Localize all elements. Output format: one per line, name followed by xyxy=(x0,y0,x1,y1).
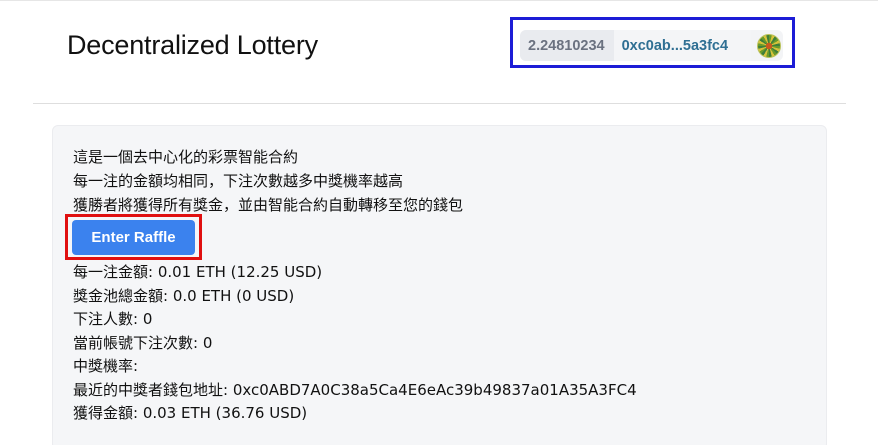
stat-account-entries: 當前帳號下注次數: 0 xyxy=(73,334,213,352)
intro-line: 每一注的金額均相同，下注次數越多中獎機率越高 xyxy=(73,172,404,190)
stat-player-count: 下注人數: 0 xyxy=(73,310,153,328)
header: Decentralized Lottery 2.24810234 0xc0ab.… xyxy=(0,0,878,104)
wallet-balance: 2.24810234 xyxy=(520,30,614,61)
wallet-connect-button[interactable]: 2.24810234 0xc0ab...5a3fc4 xyxy=(520,30,783,61)
app-title: Decentralized Lottery xyxy=(67,30,318,60)
identicon-avatar-icon xyxy=(757,33,781,58)
wallet-address: 0xc0ab...5a3fc4 xyxy=(613,30,751,61)
stat-win-chance: 中獎機率: xyxy=(73,357,139,375)
header-divider xyxy=(33,103,846,104)
stat-entry-amount: 每一注金額: 0.01 ETH (12.25 USD) xyxy=(73,263,323,281)
wallet-highlight-box: 2.24810234 0xc0ab...5a3fc4 xyxy=(510,17,795,68)
enter-raffle-button[interactable]: Enter Raffle xyxy=(72,220,195,255)
lottery-card: 這是一個去中心化的彩票智能合約 每一注的金額均相同，下注次數越多中獎機率越高 獲… xyxy=(52,125,827,445)
stat-prize-pool: 獎金池總金額: 0.0 ETH (0 USD) xyxy=(73,287,295,305)
stat-recent-winner: 最近的中獎者錢包地址: 0xc0ABD7A0C38a5Ca4E6eAc39b49… xyxy=(73,381,637,399)
intro-line: 獲勝者將獲得所有獎金，並由智能合約自動轉移至您的錢包 xyxy=(73,196,464,214)
intro-line: 這是一個去中心化的彩票智能合約 xyxy=(73,148,299,166)
stat-winnings: 獲得金額: 0.03 ETH (36.76 USD) xyxy=(73,404,308,422)
